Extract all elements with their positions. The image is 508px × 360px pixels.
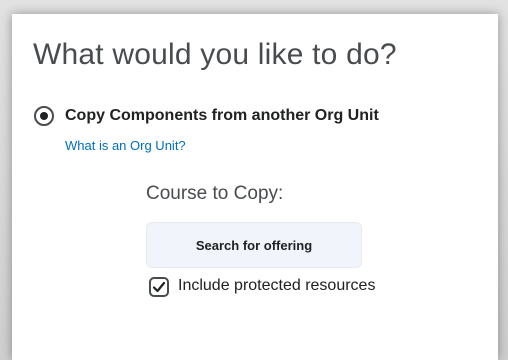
- org-unit-help-link[interactable]: What is an Org Unit?: [65, 138, 186, 153]
- checkmark-icon: [152, 281, 166, 293]
- copy-components-label[interactable]: Copy Components from another Org Unit: [65, 107, 379, 125]
- include-protected-checkbox[interactable]: [149, 277, 169, 297]
- radio-selected-icon: [40, 112, 48, 120]
- copy-dialog-panel: What would you like to do? Copy Componen…: [12, 14, 498, 360]
- include-protected-label[interactable]: Include protected resources: [178, 277, 375, 295]
- search-offering-button[interactable]: Search for offering: [146, 222, 362, 268]
- page-title: What would you like to do?: [33, 38, 397, 71]
- copy-components-radio[interactable]: [34, 106, 54, 126]
- course-to-copy-label: Course to Copy:: [146, 183, 284, 204]
